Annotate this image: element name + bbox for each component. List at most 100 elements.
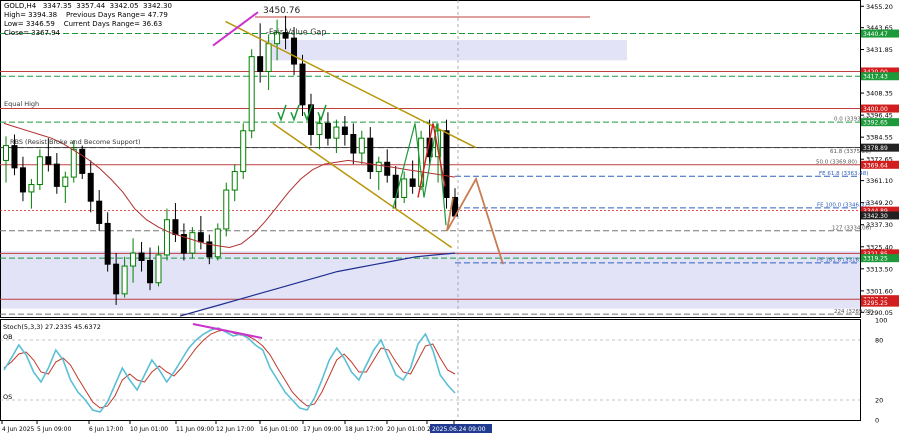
candle-body [401, 178, 408, 198]
y-tick-label: 3408.35 [866, 90, 893, 98]
candle-body [265, 43, 272, 72]
candle-body [11, 145, 18, 169]
check-mark [290, 104, 300, 122]
candle-body [223, 189, 230, 230]
support-zone [1, 251, 860, 309]
candle-body [130, 252, 137, 267]
candle-body [79, 148, 86, 174]
y-tick-label: 3384.55 [866, 134, 893, 142]
close-info: Close= 3367.94 [4, 29, 61, 37]
candle-body [358, 137, 365, 154]
candle-body [248, 56, 255, 132]
candle-body [87, 172, 94, 202]
stoch-axis-label: 20 [875, 397, 883, 405]
candle-body [36, 156, 43, 186]
candle-body [19, 167, 26, 193]
chart-window: 3450.76 -Fair Value Gap Equal High RBS (Res… [0, 0, 900, 435]
price-chart[interactable]: 3450.76 -Fair Value Gap Equal High RBS (Res… [0, 0, 900, 435]
price-tag-label: 3392.65 [863, 120, 888, 127]
candle-body [138, 252, 145, 261]
time-label: 2025.06.24 09:00 [432, 426, 486, 433]
price-tag-label: 3369.64 [863, 162, 888, 169]
price-divergence-line [212, 11, 259, 47]
candle-body [147, 259, 154, 284]
stoch-main-line [3, 327, 456, 413]
y-tick-label: 3313.50 [866, 265, 893, 273]
time-label: 20 Jun 01:00 [387, 426, 425, 433]
candle-body [113, 263, 120, 295]
candle-body [121, 265, 128, 295]
y-tick-label: 3361.10 [866, 177, 893, 185]
time-label: 16 Jun 01:00 [260, 426, 298, 433]
price-tag-label: 3378.89 [863, 145, 888, 152]
time-label: 5 Jun 09:00 [37, 426, 71, 433]
candle-body [299, 63, 306, 106]
high-price-label: 3450.76 [263, 6, 300, 16]
fe-618-label: FE 61.8 (3363.48) [819, 171, 868, 177]
fair-value-gap-label: -Fair Value Gap [266, 27, 326, 36]
candle-body [392, 174, 399, 198]
candle-body [367, 137, 374, 173]
y-tick-label: 3337.30 [866, 221, 893, 229]
candle-body [257, 56, 264, 72]
candle-body [350, 133, 357, 154]
candle-body [409, 178, 416, 187]
y-tick-label: 3349.20 [866, 199, 893, 207]
price-tag-label: 3417.43 [863, 74, 888, 81]
check-mark [277, 104, 287, 122]
candle-body [3, 145, 9, 161]
stoch-signal-line [3, 329, 456, 409]
price-tag-label: 3295.25 [863, 300, 888, 307]
low-info: Low= 3346.59 Current Days Range= 36.63 [4, 20, 163, 28]
time-label: 4 Jun 2025 [2, 426, 34, 433]
candle-body [189, 232, 196, 254]
time-label: 11 Jun 09:00 [176, 426, 214, 433]
candle-body [155, 254, 162, 284]
y-tick-label: 3455.20 [866, 3, 893, 11]
stoch-divergence-line [192, 323, 263, 339]
candle-body [324, 122, 331, 139]
fair-value-gap-zone [265, 39, 627, 61]
time-label: 12 Jun 17:00 [216, 426, 254, 433]
candle-body [316, 122, 323, 135]
candle-body [172, 219, 179, 236]
time-label: 17 Jun 09:00 [303, 426, 341, 433]
candle-body [104, 222, 111, 265]
stoch-pane-frame [0, 319, 861, 421]
candle-body [333, 126, 340, 139]
fib-50-label: 50.0 (3369.80) [816, 160, 857, 166]
price-tag-label: 3440.47 [863, 31, 888, 38]
y-tick-label: 3431.85 [866, 46, 893, 54]
high-info: High= 3394.38 Previous Days Range= 47.79 [4, 11, 168, 19]
symbol-header: GOLD,H4 3347.35 3357.44 3342.05 3342.30 [4, 2, 172, 10]
candle-body [28, 184, 35, 193]
candle-body [384, 161, 391, 176]
stoch-os-label: OS [3, 393, 12, 401]
y-tick-label: 3301.60 [866, 287, 893, 295]
candle-body [45, 156, 52, 165]
stoch-title: Stoch(5,3,3) 27.2335 45.6372 [3, 323, 101, 331]
equal-high-label: Equal High [4, 100, 39, 108]
stoch-axis-label: 80 [875, 337, 883, 345]
candle-body [443, 130, 450, 198]
stoch-axis-label: 100 [875, 317, 887, 325]
time-label: 10 Jun 01:00 [130, 426, 168, 433]
candle-body [231, 171, 238, 191]
price-tag-label: 3400.00 [863, 106, 888, 113]
price-tag-label: 3319.25 [863, 256, 888, 263]
candle-body [53, 163, 60, 187]
time-label: 18 Jun 17:00 [345, 426, 383, 433]
stoch-ob-label: OB [3, 333, 13, 341]
candle-body [197, 232, 204, 243]
rbs-label: RBS (Resist Broke and Become Support) [10, 138, 141, 146]
candle-body [291, 37, 298, 65]
candle-body [240, 130, 247, 173]
time-label: 6 Jun 17:00 [89, 426, 123, 433]
candle-body [341, 126, 348, 135]
price-tag-label: 3342.30 [863, 213, 888, 220]
candle-body [214, 228, 221, 258]
stoch-axis-label: 0 [875, 417, 879, 425]
candle-body [375, 161, 382, 173]
candle-body [96, 200, 103, 224]
candle-body [163, 219, 170, 256]
